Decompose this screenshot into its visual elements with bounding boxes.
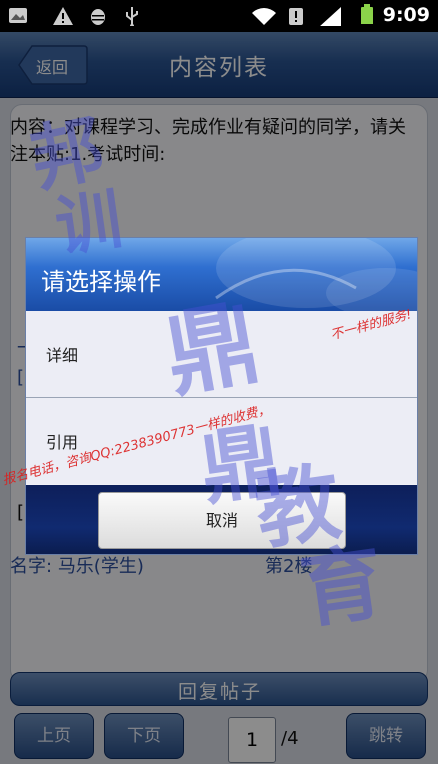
- battery-icon: [361, 4, 373, 24]
- signal-icon: [320, 7, 341, 26]
- wifi-icon: [252, 8, 276, 25]
- photo-notification-icon: [9, 8, 27, 23]
- data-icon: [289, 8, 303, 25]
- warning-icon: [53, 7, 73, 25]
- option-label: 详细: [46, 346, 79, 365]
- dialog-title: 请选择操作: [41, 268, 161, 296]
- android-debug-icon: [91, 9, 105, 25]
- status-time: 9:09: [382, 4, 430, 26]
- usb-icon: [126, 7, 138, 26]
- status-bar: 9:09: [0, 0, 438, 32]
